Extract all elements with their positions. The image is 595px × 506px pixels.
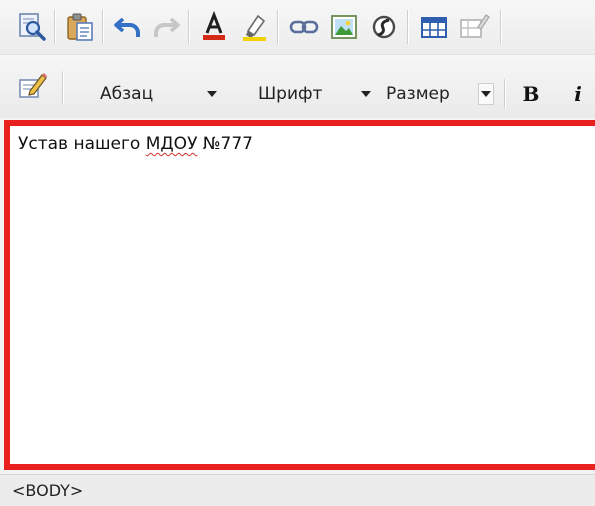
image-icon[interactable]	[326, 9, 362, 45]
paragraph-format-combo[interactable]: Абзац	[100, 78, 153, 110]
font-dropdown-icon[interactable]	[358, 83, 374, 105]
separator	[54, 10, 56, 44]
separator	[277, 10, 279, 44]
redo-icon[interactable]	[148, 9, 184, 45]
flash-icon[interactable]	[366, 9, 402, 45]
element-path[interactable]: <BODY>	[12, 481, 83, 500]
editor-text-part: Устав нашего	[18, 134, 146, 154]
misspelled-word[interactable]: МДОУ	[146, 134, 198, 154]
paragraph-format-label: Абзац	[100, 84, 154, 104]
toolbar-row-1	[0, 0, 595, 54]
bold-button[interactable]: B	[516, 78, 546, 110]
font-size-label: Размер	[386, 84, 450, 104]
editor-content[interactable]: Устав нашего МДОУ №777	[18, 134, 253, 154]
font-size-combo[interactable]: Размер	[386, 78, 450, 110]
separator	[102, 10, 104, 44]
separator	[188, 10, 190, 44]
font-family-label: Шрифт	[258, 84, 323, 104]
separator	[504, 79, 506, 109]
separator	[407, 10, 409, 44]
paste-icon[interactable]	[62, 9, 98, 45]
size-dropdown-icon[interactable]	[478, 83, 494, 105]
separator	[62, 71, 64, 105]
text-color-icon[interactable]	[196, 9, 232, 45]
edit-source-icon[interactable]	[14, 67, 50, 103]
link-icon[interactable]	[286, 9, 322, 45]
table-icon[interactable]	[416, 9, 452, 45]
font-family-combo[interactable]: Шрифт	[258, 78, 322, 110]
italic-button[interactable]: i	[565, 78, 591, 110]
paragraph-dropdown-icon[interactable]	[204, 83, 220, 105]
highlight-color-icon[interactable]	[236, 9, 272, 45]
editor-area[interactable]: Устав нашего МДОУ №777	[4, 120, 595, 470]
status-bar: <BODY>	[0, 474, 595, 506]
editor-text-part: №777	[197, 134, 253, 154]
preview-icon[interactable]	[14, 9, 50, 45]
undo-icon[interactable]	[110, 9, 146, 45]
table-edit-icon[interactable]	[456, 9, 492, 45]
separator	[500, 10, 502, 44]
